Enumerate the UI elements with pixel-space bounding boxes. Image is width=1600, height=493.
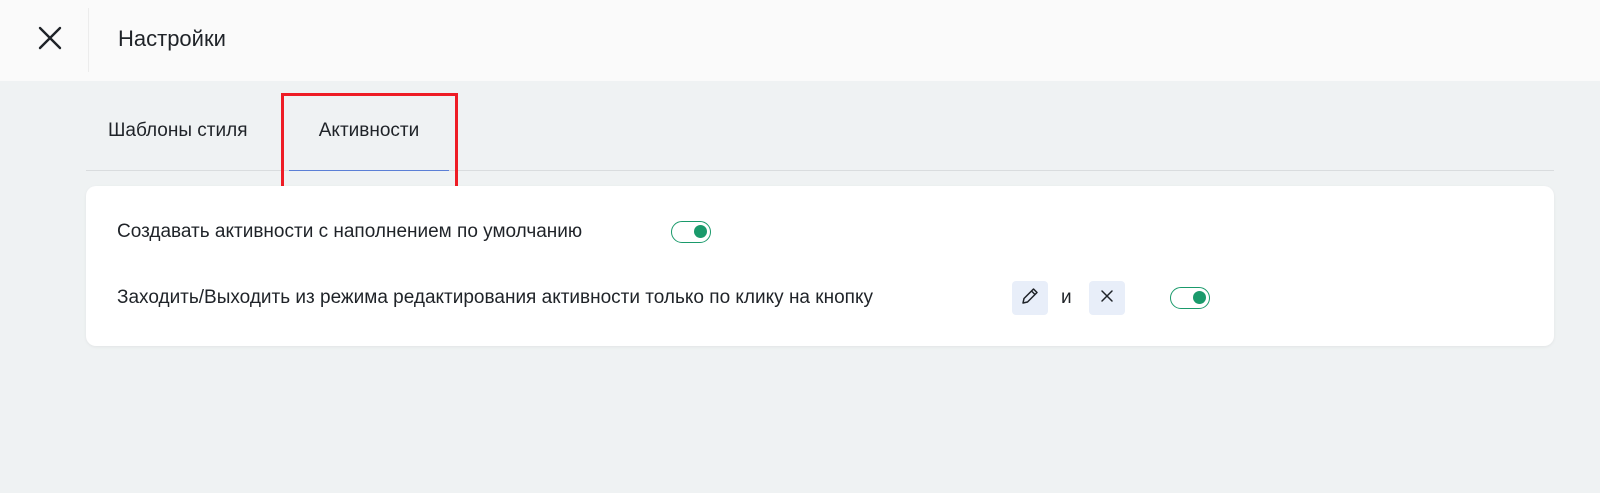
toggle-knob xyxy=(694,225,707,238)
setting-label-default-content: Создавать активности с наполнением по ум… xyxy=(117,221,583,242)
pencil-icon xyxy=(1019,285,1041,312)
close-icon xyxy=(37,25,63,56)
page-title: Настройки xyxy=(118,26,226,51)
header: Настройки xyxy=(0,0,1600,81)
toggle-edit-mode[interactable] xyxy=(1170,287,1210,309)
toggle-default-content[interactable] xyxy=(671,221,711,243)
setting-label-edit-mode: Заходить/Выходить из режима редактирован… xyxy=(117,287,873,308)
settings-card: Создавать активности с наполнением по ум… xyxy=(86,186,1554,346)
close-icon xyxy=(1099,288,1115,309)
pencil-button[interactable] xyxy=(1012,281,1048,315)
active-tab-indicator xyxy=(289,170,449,171)
tab-style-templates[interactable]: Шаблоны стиля xyxy=(108,92,248,170)
close-mode-button[interactable] xyxy=(1089,281,1125,315)
tab-bar: Шаблоны стиля Активности xyxy=(86,92,1554,171)
conjunction-text: и xyxy=(1061,287,1072,308)
header-divider xyxy=(88,8,89,72)
tab-activities[interactable]: Активности xyxy=(290,92,448,170)
toggle-knob xyxy=(1193,291,1206,304)
close-button[interactable] xyxy=(30,20,70,60)
